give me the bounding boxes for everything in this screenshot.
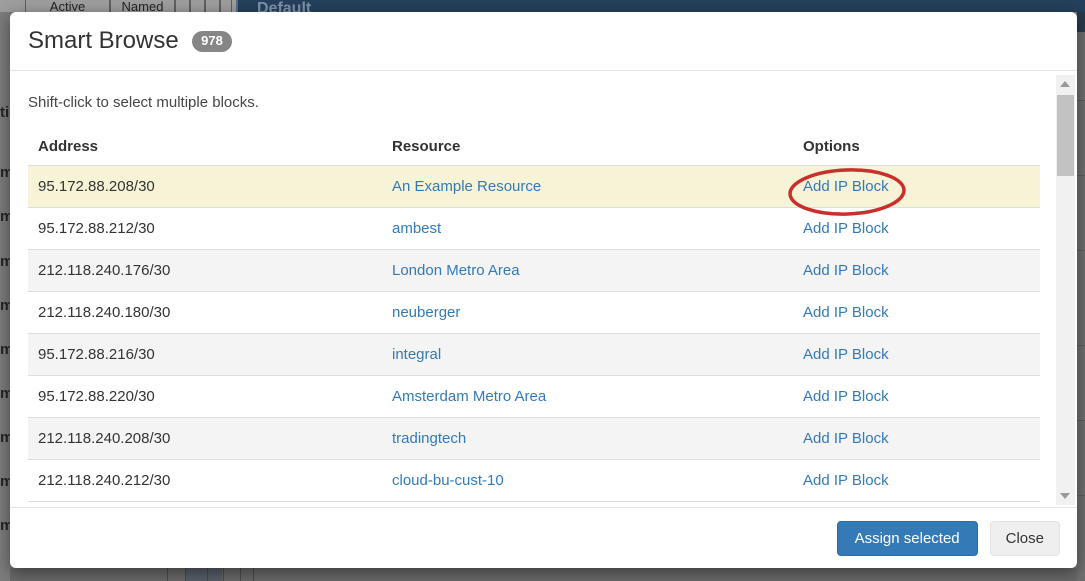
- background-default-panel: Default: [236, 0, 1085, 12]
- options-cell: Add IP Block: [793, 418, 1040, 460]
- add-ip-block-link[interactable]: Add IP Block: [803, 262, 889, 279]
- scroll-up-button[interactable]: [1056, 75, 1075, 93]
- address-cell[interactable]: 212.118.240.212/30: [28, 460, 382, 502]
- modal-title: Smart Browse: [28, 28, 179, 54]
- scroll-up-icon: [1060, 81, 1070, 87]
- assign-selected-button[interactable]: Assign selected: [837, 521, 978, 556]
- resource-cell: tradingtech: [382, 418, 793, 460]
- blocks-table: Address Resource Options 95.172.88.208/3…: [28, 124, 1040, 502]
- options-cell: Add IP Block: [793, 376, 1040, 418]
- column-header-address[interactable]: Address: [28, 124, 382, 166]
- resource-cell: cloud-bu-cust-10: [382, 460, 793, 502]
- resource-link[interactable]: Amsterdam Metro Area: [392, 388, 546, 405]
- options-cell: Add IP Block: [793, 208, 1040, 250]
- table-row[interactable]: 95.172.88.220/30 Amsterdam Metro Area Add …: [28, 376, 1040, 418]
- resource-link[interactable]: London Metro Area: [392, 262, 520, 279]
- table-row[interactable]: 95.172.88.212/30 ambest Add IP Block: [28, 208, 1040, 250]
- add-ip-block-link[interactable]: Add IP Block: [803, 388, 889, 405]
- background-tab-named: Named: [110, 0, 175, 12]
- add-ip-block-link[interactable]: Add IP Block: [803, 430, 889, 447]
- background-text-fragment: m: [0, 254, 10, 269]
- background-tab-active: Active: [25, 0, 110, 12]
- add-ip-block-link[interactable]: Add IP Block: [803, 220, 889, 237]
- resource-link[interactable]: ambest: [392, 220, 441, 237]
- background-text-fragment: m: [0, 518, 10, 533]
- add-ip-block-link[interactable]: Add IP Block: [803, 304, 889, 321]
- resource-link[interactable]: cloud-bu-cust-10: [392, 472, 504, 489]
- address-cell[interactable]: 95.172.88.220/30: [28, 376, 382, 418]
- background-text-fragment: m: [0, 386, 10, 401]
- table-row[interactable]: 212.118.240.180/30 neuberger Add IP Block: [28, 292, 1040, 334]
- background-panel-edge: [1077, 12, 1085, 32]
- column-header-resource[interactable]: Resource: [382, 124, 793, 166]
- resource-cell: neuberger: [382, 292, 793, 334]
- table-row[interactable]: 212.118.240.176/30 London Metro Area Add I…: [28, 250, 1040, 292]
- scroll-down-button[interactable]: [1056, 487, 1075, 505]
- background-left-strip: ti m m m m m m m m m: [0, 12, 10, 581]
- scroll-down-icon: [1060, 493, 1070, 499]
- table-row[interactable]: 95.172.88.216/30 integral Add IP Block: [28, 334, 1040, 376]
- address-cell[interactable]: 212.118.240.180/30: [28, 292, 382, 334]
- resource-cell: An Example Resource: [382, 166, 793, 208]
- background-tab-cell: [205, 0, 220, 12]
- options-cell: Add IP Block: [793, 334, 1040, 376]
- address-cell[interactable]: 212.118.240.176/30: [28, 250, 382, 292]
- address-cell[interactable]: 212.118.240.208/30: [28, 418, 382, 460]
- resource-cell: integral: [382, 334, 793, 376]
- options-cell: Add IP Block: [793, 250, 1040, 292]
- background-text-fragment: m: [0, 209, 10, 224]
- address-cell[interactable]: 95.172.88.208/30: [28, 166, 382, 208]
- background-right-strip: [1077, 12, 1085, 581]
- background-text-fragment: m: [0, 165, 10, 180]
- resource-link[interactable]: An Example Resource: [392, 178, 541, 195]
- address-cell[interactable]: 95.172.88.216/30: [28, 334, 382, 376]
- options-cell: Add IP Block: [793, 460, 1040, 502]
- table-row[interactable]: 212.118.240.212/30 cloud-bu-cust-10 Add IP…: [28, 460, 1040, 502]
- count-badge: 978: [192, 31, 232, 52]
- background-text-fragment: m: [0, 298, 10, 313]
- background-tab-cell: [175, 0, 190, 12]
- hint-text: Shift-click to select multiple blocks.: [28, 94, 259, 111]
- resource-link[interactable]: neuberger: [392, 304, 460, 321]
- column-header-options: Options: [793, 124, 1040, 166]
- background-text-fragment: ti: [0, 105, 9, 120]
- resource-cell: ambest: [382, 208, 793, 250]
- add-ip-block-link[interactable]: Add IP Block: [803, 178, 889, 195]
- scrollbar-thumb[interactable]: [1057, 95, 1074, 176]
- resource-cell: Amsterdam Metro Area: [382, 376, 793, 418]
- modal-scrollbar[interactable]: [1056, 75, 1075, 505]
- close-button[interactable]: Close: [990, 521, 1060, 556]
- table-header-row: Address Resource Options: [28, 124, 1040, 166]
- smart-browse-modal: Smart Browse 978 Shift-click to select m…: [10, 12, 1077, 568]
- background-text-fragment: m: [0, 430, 10, 445]
- resource-cell: London Metro Area: [382, 250, 793, 292]
- table-row[interactable]: 212.118.240.208/30 tradingtech Add IP Bloc…: [28, 418, 1040, 460]
- background-bottom-strip: [10, 568, 1077, 581]
- add-ip-block-link[interactable]: Add IP Block: [803, 472, 889, 489]
- background-tab-cell: [220, 0, 232, 12]
- address-cell[interactable]: 95.172.88.212/30: [28, 208, 382, 250]
- resource-link[interactable]: tradingtech: [392, 430, 466, 447]
- modal-header: Smart Browse 978: [10, 12, 1077, 71]
- modal-footer: Assign selected Close: [10, 507, 1077, 568]
- add-ip-block-link[interactable]: Add IP Block: [803, 346, 889, 363]
- background-tab-cell: [190, 0, 205, 12]
- resource-link[interactable]: integral: [392, 346, 441, 363]
- options-cell: Add IP Block: [793, 166, 1040, 208]
- table-row[interactable]: 95.172.88.208/30 An Example Resource Add I…: [28, 166, 1040, 208]
- background-text-fragment: m: [0, 342, 10, 357]
- background-text-fragment: m: [0, 474, 10, 489]
- options-cell: Add IP Block: [793, 292, 1040, 334]
